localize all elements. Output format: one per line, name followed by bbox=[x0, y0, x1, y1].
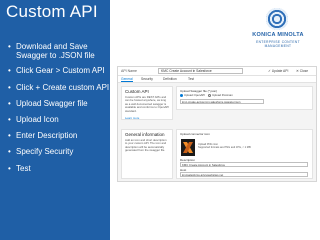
x-logo-icon bbox=[183, 142, 193, 153]
company-logo: KONICA MINOLTA ENTERPRISE CONTENT MANAGE… bbox=[240, 8, 316, 48]
bullet-item: Click Gear > Custom API bbox=[8, 66, 110, 75]
bullet-item: Download and Save Swagger to .JSON file bbox=[8, 42, 110, 60]
learn-more-link[interactable]: Learn more bbox=[125, 116, 139, 120]
radio-option-postman: Upload Postman bbox=[212, 93, 233, 97]
update-api-label: Update API bbox=[271, 69, 289, 73]
logo-brand: KONICA MINOLTA bbox=[252, 32, 304, 38]
api-header-bar: API Name KMC Create Account in Salesforc… bbox=[118, 67, 316, 76]
swagger-file-input[interactable]: kmc-create-account-in-salesforce.swagger… bbox=[180, 99, 264, 104]
api-name-label: API Name bbox=[121, 69, 137, 73]
card-description: Custom APIs are REST APIs and can be hos… bbox=[125, 95, 169, 113]
slide-sidebar: Custom API Download and Save Swagger to … bbox=[0, 0, 110, 240]
general-info-card: General information Add an icon and shor… bbox=[121, 129, 173, 179]
bullet-item: Click + Create custom API bbox=[8, 83, 110, 92]
bullet-item: Enter Description bbox=[8, 131, 110, 140]
card-description: Add an icon and short description to you… bbox=[125, 138, 167, 153]
bullet-item: Upload Icon bbox=[8, 115, 110, 124]
radio-unselected-icon[interactable] bbox=[208, 93, 212, 97]
tab-general[interactable]: General bbox=[121, 77, 133, 82]
bullet-item: Upload Swagger file bbox=[8, 99, 110, 108]
icon-upload-label: Upload connector icon bbox=[180, 132, 210, 136]
description-input[interactable]: KMC Create Account in Salesforce bbox=[180, 162, 308, 167]
card-title: Custom API bbox=[125, 89, 149, 94]
tab-bar: General Security Definition Test bbox=[118, 76, 316, 83]
swagger-radio-row: Upload OpenAPI Upload Postman bbox=[180, 93, 233, 97]
swagger-upload-card: Upload Swagger file (*.json) Upload Open… bbox=[176, 86, 313, 110]
card-title: General information bbox=[125, 132, 165, 137]
bullet-list: Download and Save Swagger to .JSON file … bbox=[8, 42, 110, 180]
close-button[interactable]: ✕ Close bbox=[296, 69, 308, 73]
custom-api-screenshot: API Name KMC Create Account in Salesforc… bbox=[117, 66, 317, 182]
host-input[interactable]: kmcsalesforce.azurewebsites.net bbox=[180, 172, 308, 177]
close-label: Close bbox=[299, 69, 309, 73]
tab-definition[interactable]: Definition bbox=[163, 77, 177, 81]
api-name-input[interactable]: KMC Create Account in Salesforce bbox=[158, 68, 243, 74]
custom-api-info-card: Custom API Custom APIs are REST APIs and… bbox=[121, 86, 173, 120]
bullet-item: Test bbox=[8, 164, 110, 173]
radio-selected-icon[interactable] bbox=[180, 93, 183, 97]
logo-tagline: ENTERPRISE CONTENT MANAGEMENT bbox=[240, 40, 316, 48]
logo-tagline-line2: MANAGEMENT bbox=[264, 44, 292, 48]
update-api-button[interactable]: ✓ Update API bbox=[268, 69, 288, 73]
tab-test[interactable]: Test bbox=[188, 77, 194, 81]
bullet-item: Specify Security bbox=[8, 147, 110, 156]
globe-logo-icon bbox=[266, 8, 288, 30]
icon-upload-card: Upload connector icon Upload PNG icon Su… bbox=[176, 129, 313, 179]
radio-option-openapi: Upload OpenAPI bbox=[184, 93, 205, 97]
slide-title: Custom API bbox=[6, 2, 98, 21]
connector-icon-preview[interactable] bbox=[181, 139, 195, 156]
tab-security[interactable]: Security bbox=[141, 77, 153, 81]
upload-hint: Upload PNG icon Supported formats are PN… bbox=[198, 143, 251, 149]
upload-hint-line2: Supported formats are PNG and JPG, < 1 M… bbox=[198, 146, 251, 150]
